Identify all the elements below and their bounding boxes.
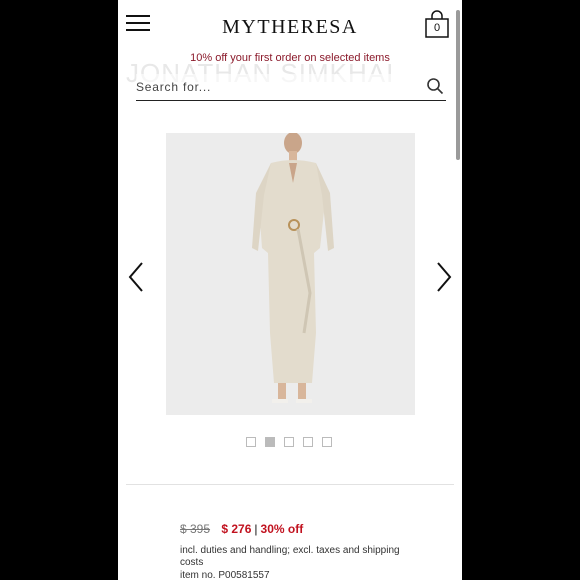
pagination-dot[interactable]	[284, 437, 294, 447]
search-icon[interactable]	[426, 77, 444, 95]
mobile-screen: MYTHERESA 0 10% off your first order on …	[118, 0, 462, 580]
discount-label: 30% off	[260, 522, 304, 536]
dress-model-illustration	[166, 132, 415, 415]
search-input[interactable]	[136, 78, 396, 96]
chevron-right-icon[interactable]	[436, 262, 452, 292]
pagination-dot[interactable]	[246, 437, 256, 447]
pagination-dot[interactable]	[322, 437, 332, 447]
item-number: item no. P00581557	[180, 570, 270, 580]
shopping-bag-button[interactable]: 0	[424, 10, 450, 38]
search-bar	[136, 74, 446, 101]
bag-count: 0	[433, 22, 441, 34]
pagination-dot[interactable]	[303, 437, 313, 447]
divider	[126, 484, 454, 485]
site-logo[interactable]: MYTHERESA	[118, 16, 462, 39]
price-separator: |	[254, 522, 258, 536]
pagination-dot-active[interactable]	[265, 437, 275, 447]
duties-note: incl. duties and handling; excl. taxes a…	[180, 545, 400, 568]
original-price: $ 395	[180, 522, 211, 536]
product-image[interactable]	[166, 132, 415, 415]
chevron-left-icon[interactable]	[128, 262, 144, 292]
sale-price: $ 276	[221, 522, 252, 536]
price-row: $ 395 $ 276 | 30% off	[180, 522, 303, 536]
